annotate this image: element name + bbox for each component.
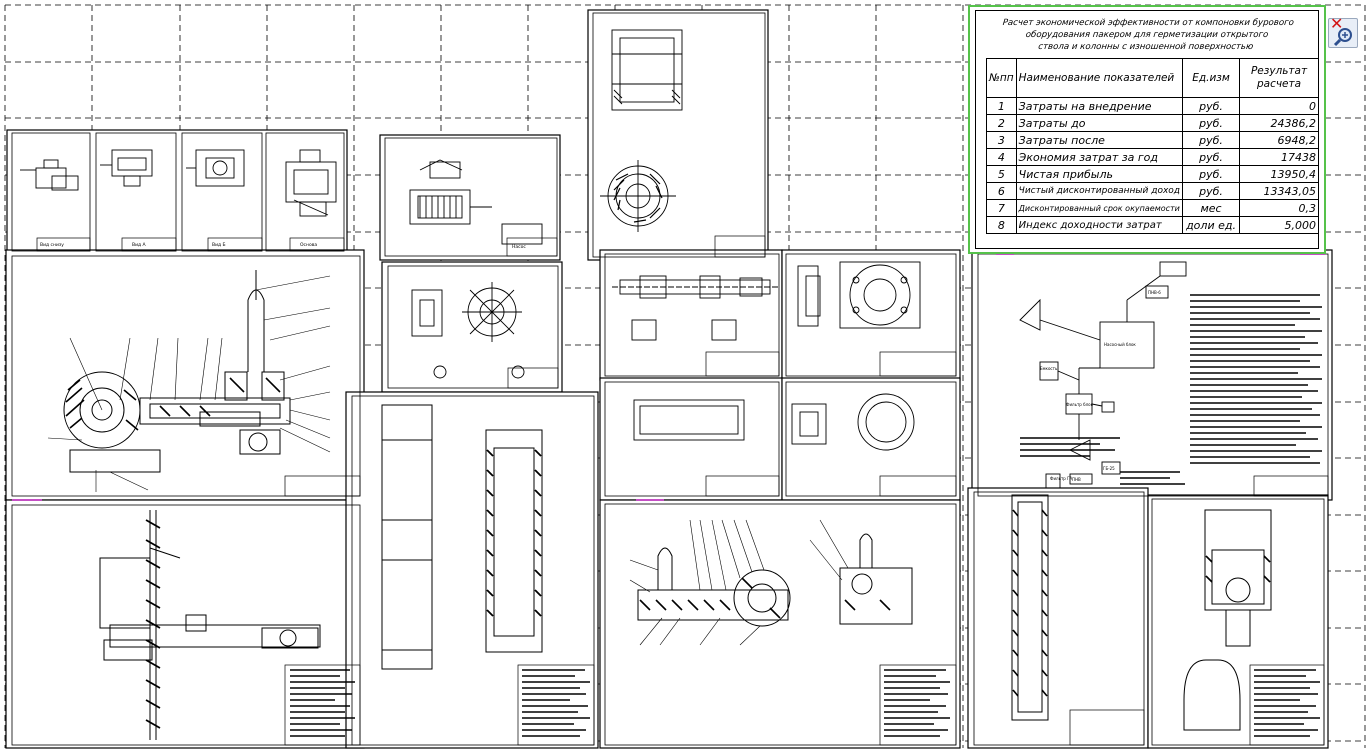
- title-line-1: Расчет экономической эффективности от ко…: [1002, 18, 1295, 28]
- zoom-close-magnifier-icon[interactable]: ✕: [1328, 14, 1358, 48]
- label-view-b: Вид Б: [212, 242, 226, 248]
- economics-table-title: Расчет экономической эффективности от ко…: [974, 17, 1320, 53]
- label-gb25: ГБ-25: [1103, 466, 1115, 471]
- label-pnv6: ПНВ-6: [1148, 290, 1161, 295]
- row-unit: доли ед.: [1182, 216, 1241, 234]
- table-row: 8 Индекс доходности затрат доли ед. 5,00…: [986, 216, 1319, 234]
- row-unit: руб.: [1182, 148, 1241, 166]
- economics-table-frame: Расчет экономической эффективности от ко…: [975, 10, 1319, 249]
- table-row: 2 Затраты до руб. 24386,2: [986, 114, 1319, 132]
- row-name: Затраты до: [1015, 114, 1184, 132]
- row-num: 1: [986, 97, 1017, 115]
- label-pump-block: Насосный блок: [1104, 342, 1136, 347]
- row-num: 6: [986, 182, 1017, 200]
- row-name: Затраты на внедрение: [1015, 97, 1184, 115]
- table-row: 5 Чистая прибыль руб. 13950,4: [986, 165, 1319, 183]
- row-value: 13950,4: [1239, 165, 1319, 183]
- row-name: Экономия затрат за год: [1015, 148, 1184, 166]
- row-value: 6948,2: [1239, 131, 1319, 149]
- row-unit: руб.: [1182, 182, 1241, 200]
- label-filter-block: Фильтр блок: [1066, 402, 1094, 407]
- row-num: 4: [986, 148, 1017, 166]
- row-name: Дисконтированный срок окупаемости: [1015, 199, 1184, 217]
- row-name: Затраты после: [1015, 131, 1184, 149]
- row-value: 0,3: [1239, 199, 1319, 217]
- row-name: Чистый дисконтированный доход: [1015, 182, 1184, 200]
- row-num: 3: [986, 131, 1017, 149]
- table-row: 1 Затраты на внедрение руб. 0: [986, 97, 1319, 115]
- label-tank: Емкость: [1040, 366, 1058, 371]
- row-value: 5,000: [1239, 216, 1319, 234]
- row-name: Чистая прибыль: [1015, 165, 1184, 183]
- header-num: №пп: [986, 58, 1017, 98]
- row-unit: руб.: [1182, 114, 1241, 132]
- title-line-3: ствола и колонны с изношенной поверхност…: [1037, 42, 1254, 52]
- row-value: 13343,05: [1239, 182, 1319, 200]
- economics-table: №пп Наименование показателей Ед.изм Резу…: [986, 58, 1319, 234]
- label-pnv: ПНВ: [1072, 477, 1081, 482]
- row-num: 5: [986, 165, 1017, 183]
- label-pump: Насос: [512, 244, 526, 250]
- row-unit: мес: [1182, 199, 1241, 217]
- table-header-row: №пп Наименование показателей Ед.изм Резу…: [986, 58, 1319, 98]
- row-num: 2: [986, 114, 1017, 132]
- label-view-a: Вид А: [132, 242, 147, 248]
- label-view-bottom: Вид снизу: [40, 242, 64, 248]
- row-name: Индекс доходности затрат: [1015, 216, 1184, 234]
- table-row: 3 Затраты после руб. 6948,2: [986, 131, 1319, 149]
- row-unit: руб.: [1182, 97, 1241, 115]
- label-view-c: Основа: [300, 242, 317, 248]
- row-value: 24386,2: [1239, 114, 1319, 132]
- magnifier-icon: [1333, 28, 1352, 47]
- economics-table-panel[interactable]: Расчет экономической эффективности от ко…: [968, 5, 1326, 254]
- header-name: Наименование показателей: [1015, 58, 1184, 98]
- row-value: 17438: [1239, 148, 1319, 166]
- row-unit: руб.: [1182, 165, 1241, 183]
- table-row: 4 Экономия затрат за год руб. 17438: [986, 148, 1319, 166]
- table-row: 7 Дисконтированный срок окупаемости мес …: [986, 199, 1319, 217]
- header-result: Результат расчета: [1239, 58, 1319, 98]
- label-filter-ga: Фильтр ГА: [1050, 476, 1073, 481]
- header-unit: Ед.изм: [1182, 58, 1241, 98]
- table-row: 6 Чистый дисконтированный доход руб. 133…: [986, 182, 1319, 200]
- row-num: 7: [986, 199, 1017, 217]
- row-unit: руб.: [1182, 131, 1241, 149]
- row-value: 0: [1239, 97, 1319, 115]
- row-num: 8: [986, 216, 1017, 234]
- title-line-2: оборудования пакером для герметизации от…: [1025, 30, 1269, 40]
